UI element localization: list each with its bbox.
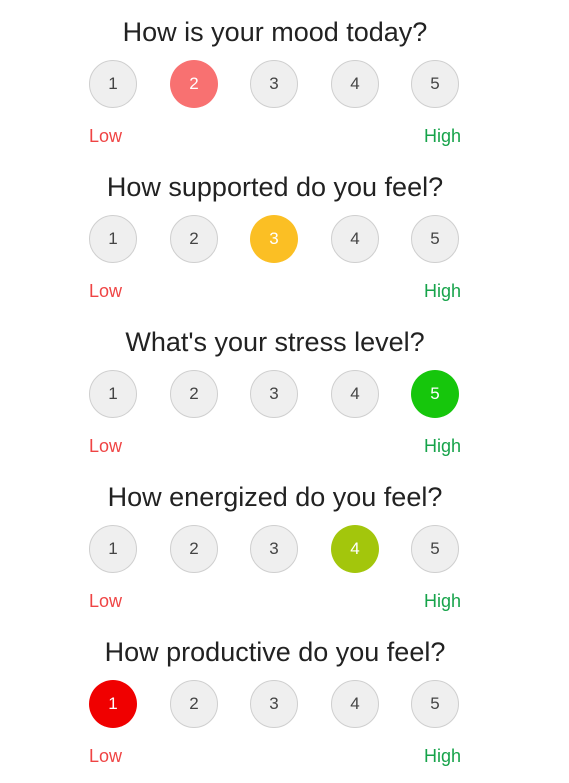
question-title: How productive do you feel? xyxy=(104,637,446,667)
question-stress: What's your stress level? 1 2 3 4 5 Low … xyxy=(0,315,550,470)
rating-option-5[interactable]: 5 xyxy=(411,680,459,728)
scale-low-label: Low xyxy=(89,746,123,766)
rating-option-5[interactable]: 5 xyxy=(411,370,459,418)
rating-option-2[interactable]: 2 xyxy=(170,525,218,573)
rating-option-3[interactable]: 3 xyxy=(250,215,298,263)
rating-option-1[interactable]: 1 xyxy=(89,680,137,728)
question-title: What's your stress level? xyxy=(125,327,425,357)
rating-option-1[interactable]: 1 xyxy=(89,370,137,418)
rating-option-4[interactable]: 4 xyxy=(331,525,379,573)
rating-option-4[interactable]: 4 xyxy=(331,680,379,728)
question-support: How supported do you feel? 1 2 3 4 5 Low… xyxy=(0,160,550,315)
scale-low-label: Low xyxy=(89,436,123,456)
rating-option-2[interactable]: 2 xyxy=(170,60,218,108)
scale-high-label: High xyxy=(423,746,461,766)
rating-option-5[interactable]: 5 xyxy=(411,525,459,573)
rating-option-1[interactable]: 1 xyxy=(89,215,137,263)
rating-option-2[interactable]: 2 xyxy=(170,370,218,418)
rating-option-3[interactable]: 3 xyxy=(250,60,298,108)
rating-option-3[interactable]: 3 xyxy=(250,370,298,418)
scale-low-label: Low xyxy=(89,281,123,301)
rating-options: 1 2 3 4 5 xyxy=(0,60,550,112)
question-productivity: How productive do you feel? 1 2 3 4 5 Lo… xyxy=(0,625,550,780)
question-title: How energized do you feel? xyxy=(107,482,443,512)
question-title: How supported do you feel? xyxy=(106,172,444,202)
rating-options: 1 2 3 4 5 xyxy=(0,370,550,422)
rating-option-1[interactable]: 1 xyxy=(89,60,137,108)
scale-low-label: Low xyxy=(89,591,123,611)
question-mood: How is your mood today? 1 2 3 4 5 Low Hi… xyxy=(0,5,550,160)
question-title: How is your mood today? xyxy=(122,17,428,47)
rating-option-1[interactable]: 1 xyxy=(89,525,137,573)
scale-high-label: High xyxy=(423,591,461,611)
rating-options: 1 2 3 4 5 xyxy=(0,680,550,732)
rating-options: 1 2 3 4 5 xyxy=(0,215,550,267)
rating-option-4[interactable]: 4 xyxy=(331,215,379,263)
rating-option-5[interactable]: 5 xyxy=(411,215,459,263)
scale-low-label: Low xyxy=(89,126,123,146)
scale-high-label: High xyxy=(423,436,461,456)
scale-high-label: High xyxy=(423,281,461,301)
rating-option-4[interactable]: 4 xyxy=(331,370,379,418)
rating-option-4[interactable]: 4 xyxy=(331,60,379,108)
rating-options: 1 2 3 4 5 xyxy=(0,525,550,577)
rating-option-2[interactable]: 2 xyxy=(170,215,218,263)
question-energy: How energized do you feel? 1 2 3 4 5 Low… xyxy=(0,470,550,625)
scale-high-label: High xyxy=(423,126,461,146)
rating-option-3[interactable]: 3 xyxy=(250,680,298,728)
rating-option-3[interactable]: 3 xyxy=(250,525,298,573)
rating-option-5[interactable]: 5 xyxy=(411,60,459,108)
rating-option-2[interactable]: 2 xyxy=(170,680,218,728)
